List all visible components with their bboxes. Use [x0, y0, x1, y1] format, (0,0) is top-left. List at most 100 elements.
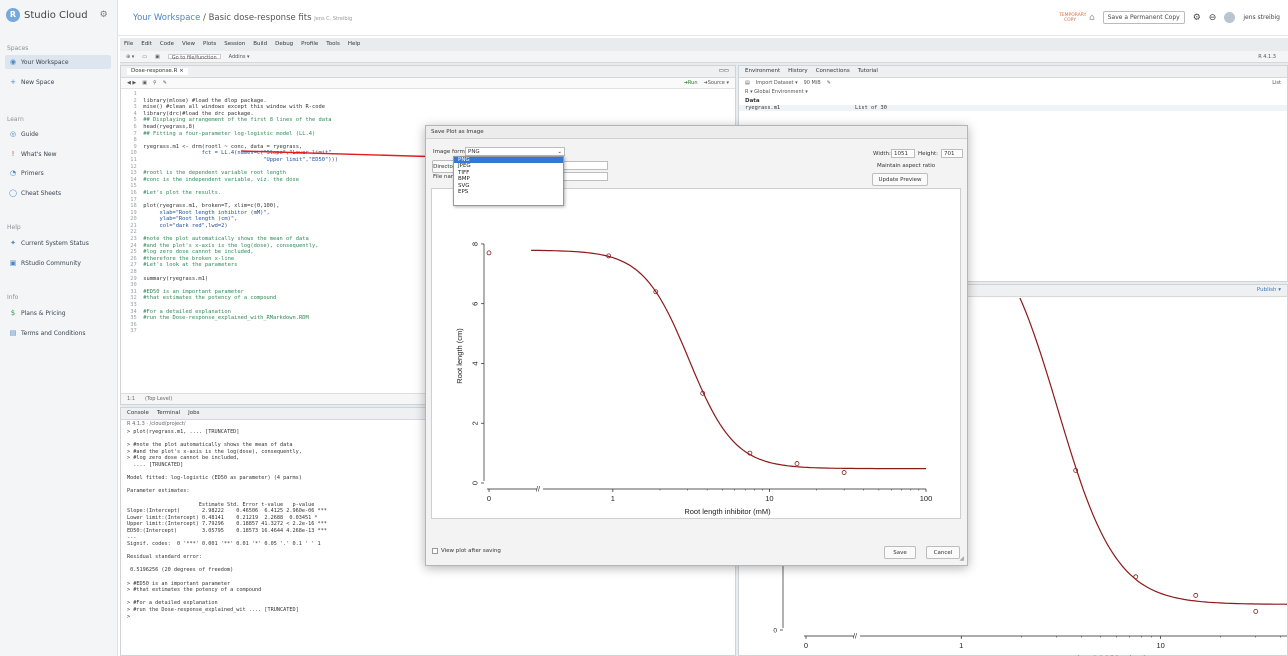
view-after-saving-checkbox[interactable]: View plot after saving — [432, 548, 501, 554]
x-axis-label: Root length inhibitor (mM) — [684, 507, 771, 516]
back-arrow-icon[interactable]: ◀ ▶ — [127, 80, 136, 86]
menu-view[interactable]: View — [182, 41, 195, 50]
load-workspace-icon[interactable]: ▤ — [745, 80, 750, 86]
line-number: 30 — [127, 282, 144, 289]
axis-break-mark: // — [536, 487, 540, 494]
code-line[interactable]: 5 ## Displaying arrangement of the first… — [127, 117, 735, 124]
run-label: Run — [687, 80, 698, 86]
tab-console[interactable]: Console — [127, 410, 149, 417]
line-number: 37 — [127, 328, 144, 335]
menu-plots[interactable]: Plots — [203, 41, 216, 50]
editor-tabs: Dose-response.R × ▭▭ — [121, 66, 735, 78]
x-tick-label: 0 — [487, 494, 491, 503]
update-preview-button[interactable]: Update Preview — [872, 173, 928, 186]
menu-help[interactable]: Help — [348, 41, 361, 50]
menu-session[interactable]: Session — [224, 41, 245, 50]
nav-whats-new[interactable]: ! What's New — [5, 147, 111, 161]
run-button[interactable]: ➜Run — [684, 80, 698, 86]
code-text: head(ryegrass,8) — [143, 123, 196, 130]
code-line[interactable]: 3 mise() #clean all windows except this … — [127, 104, 735, 111]
checkbox-box — [432, 548, 438, 554]
width-input[interactable]: 1051 — [891, 149, 915, 158]
nav-guide[interactable]: ◎ Guide — [5, 127, 111, 141]
cursor-position: 1:1 — [127, 396, 136, 402]
rstudio-cloud-logo[interactable]: R Studio Cloud ⚙ — [6, 8, 108, 22]
memory-usage[interactable]: 90 MiB — [804, 80, 821, 86]
nav-new-space[interactable]: + New Space — [5, 75, 111, 89]
save-doc-icon[interactable]: ▣ — [142, 80, 147, 86]
code-text: library(drc)#load the drc package. — [143, 110, 254, 117]
nav-plans-pricing[interactable]: $ Plans & Pricing — [5, 306, 111, 320]
nav-system-status[interactable]: ✦ Current System Status — [5, 236, 111, 250]
source-button[interactable]: ➜Source ▾ — [704, 80, 730, 86]
tab-tutorial[interactable]: Tutorial — [858, 68, 878, 75]
save-permanent-copy-button[interactable]: Save a Permanent Copy — [1102, 11, 1185, 24]
code-text: ylab="Root length (cm)", — [143, 216, 238, 223]
variable-name: ryegrass.m1 — [745, 105, 781, 111]
list-view-toggle[interactable]: List — [1272, 80, 1281, 86]
resize-grip-icon[interactable]: ◢ — [959, 555, 964, 562]
user-name[interactable]: jens streibig — [1243, 14, 1280, 21]
image-format-select[interactable]: PNG ⌄ — [465, 147, 565, 156]
nav-label: Terms and Conditions — [21, 329, 86, 337]
search-icon[interactable]: ⚲ — [153, 80, 157, 86]
format-option-eps[interactable]: EPS — [454, 189, 563, 195]
nav-primers[interactable]: ◔ Primers — [5, 166, 111, 180]
nav-your-workspace[interactable]: ◉ Your Workspace — [5, 55, 111, 69]
tab-dose-response-r[interactable]: Dose-response.R × — [127, 68, 188, 75]
x-tick-label: 10 — [1156, 641, 1164, 650]
nav-cheat-sheets[interactable]: ◯ Cheat Sheets — [5, 186, 111, 200]
menu-file[interactable]: File — [124, 41, 133, 50]
global-env-selector[interactable]: R ▾ Global Environment ▾ — [739, 88, 1287, 97]
save-icon[interactable]: ▣ — [155, 54, 160, 60]
code-text: #note the plot automatically shows the m… — [143, 236, 309, 243]
data-point — [1253, 608, 1259, 614]
import-dataset-button[interactable]: Import Dataset ▾ — [756, 80, 798, 86]
spaces-heading: Spaces — [7, 45, 29, 52]
code-line[interactable]: 4 library(drc)#load the drc package. — [127, 111, 735, 118]
image-format-dropdown: PNG JPEG TIFF BMP SVG EPS — [453, 156, 564, 206]
line-number: 12 — [127, 163, 144, 170]
nav-community[interactable]: ▣ RStudio Community — [5, 256, 111, 270]
broom-icon[interactable]: ✎ — [827, 80, 831, 86]
tab-environment[interactable]: Environment — [745, 68, 780, 75]
code-text: #log zero dose cannot be included, — [143, 249, 254, 256]
open-file-icon[interactable]: ▭ — [142, 54, 147, 60]
menu-build[interactable]: Build — [253, 41, 267, 50]
addins-button[interactable]: Addins ▾ — [229, 54, 250, 60]
save-button[interactable]: Save — [884, 546, 916, 559]
line-number: 3 — [127, 104, 144, 111]
cancel-button[interactable]: Cancel — [926, 546, 960, 559]
publish-button[interactable]: Publish ▾ — [1257, 287, 1281, 294]
code-line[interactable]: 2 library(mlose) #load the dlop package. — [127, 98, 735, 105]
settings-gear-icon[interactable]: ⚙ — [1193, 13, 1201, 23]
menu-tools[interactable]: Tools — [326, 41, 340, 50]
tab-connections[interactable]: Connections — [816, 68, 850, 75]
tab-history[interactable]: History — [788, 68, 808, 75]
project-title[interactable]: Basic dose-response fits — [209, 13, 312, 23]
wand-icon[interactable]: ✎ — [163, 80, 167, 86]
save-copy-label: Save a Permanent Copy — [1107, 14, 1180, 21]
y-tick-label: 4 — [471, 361, 480, 365]
menu-edit[interactable]: Edit — [141, 41, 152, 50]
tab-terminal[interactable]: Terminal — [157, 410, 180, 417]
new-file-icon[interactable]: ⊕ ▾ — [126, 54, 134, 60]
goto-file-input[interactable]: Go to file/function — [167, 54, 221, 61]
code-line[interactable]: 1 — [127, 91, 735, 98]
menu-code[interactable]: Code — [160, 41, 174, 50]
maximize-pane-icon[interactable]: ▭▭ — [719, 68, 729, 75]
menu-profile[interactable]: Profile — [301, 41, 318, 50]
scope-indicator[interactable]: (Top Level) — [145, 396, 172, 402]
user-avatar[interactable] — [1224, 12, 1236, 23]
maintain-aspect-checkbox[interactable]: Maintain aspect ratio — [877, 163, 935, 169]
nav-terms[interactable]: ▤ Terms and Conditions — [5, 326, 111, 340]
breadcrumb-workspace[interactable]: Your Workspace — [133, 13, 200, 23]
height-input[interactable]: 701 — [941, 149, 963, 158]
help-icon[interactable]: ⊖ — [1209, 13, 1217, 23]
tab-jobs[interactable]: Jobs — [188, 410, 199, 417]
menu-debug[interactable]: Debug — [275, 41, 293, 50]
code-text: #rootl is the dependent variable root le… — [143, 170, 287, 177]
settings-gear-icon[interactable]: ⚙ — [100, 10, 108, 20]
env-variable-row[interactable]: ryegrass.m1 List of 30 — [739, 105, 1287, 111]
format-value: PNG — [468, 149, 480, 155]
